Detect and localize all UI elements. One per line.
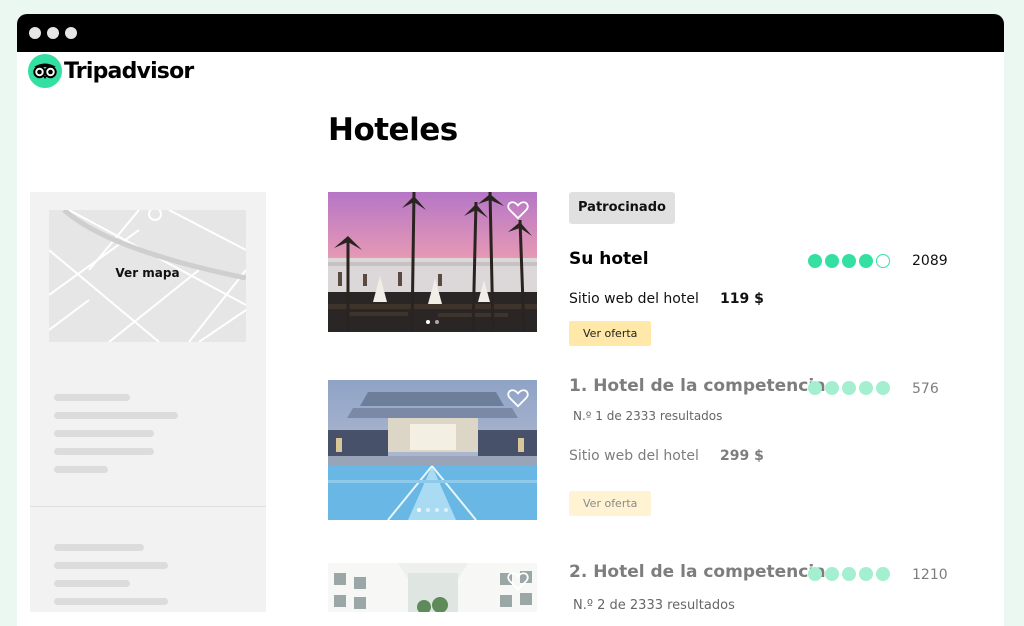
hotel-photo-image [328, 563, 537, 612]
hotel-photo[interactable] [328, 192, 537, 332]
filter-placeholder [54, 598, 168, 605]
window-dot-2[interactable] [47, 27, 59, 39]
price: 299 $ [720, 448, 764, 464]
photo-pager [328, 320, 537, 324]
hotel-rank: N.º 1 de 2333 resultados [573, 409, 723, 423]
rating-bubble-full-icon [876, 381, 890, 395]
rating-bubbles [808, 254, 890, 268]
rating-bubble-full-icon [859, 254, 873, 268]
rating-bubble-full-icon [825, 381, 839, 395]
pager-dot[interactable] [426, 320, 430, 324]
rating-bubbles [808, 567, 890, 581]
sidebar-divider [30, 506, 266, 507]
filters-sidebar: Ver mapa [30, 192, 266, 612]
pager-dot[interactable] [444, 508, 448, 512]
rating-bubble-full-icon [825, 254, 839, 268]
view-offer-button[interactable]: Ver oferta [569, 321, 652, 346]
rating-bubble-full-icon [808, 567, 822, 581]
filter-placeholder [54, 544, 144, 551]
rating-bubble-full-icon [842, 381, 856, 395]
filter-placeholder [54, 412, 178, 419]
owl-logo-icon [28, 54, 62, 88]
rating-bubbles [808, 381, 890, 395]
heart-icon[interactable] [507, 200, 529, 220]
filter-placeholder [54, 562, 168, 569]
rating-bubble-full-icon [808, 254, 822, 268]
rating-bubble-full-icon [876, 567, 890, 581]
view-offer-button[interactable]: Ver oferta [569, 491, 652, 516]
window-dot-3[interactable] [65, 27, 77, 39]
hotel-photo-image [328, 380, 537, 520]
filter-placeholder [54, 448, 154, 455]
hotel-photo[interactable] [328, 563, 537, 612]
hotel-photo[interactable] [328, 380, 537, 520]
map-preview[interactable]: Ver mapa [49, 210, 246, 342]
filter-placeholder [54, 580, 130, 587]
filter-placeholder [54, 430, 154, 437]
sponsored-badge: Patrocinado [569, 192, 675, 224]
review-count[interactable]: 576 [912, 381, 939, 397]
rating-bubble-full-icon [842, 567, 856, 581]
pager-dot[interactable] [435, 508, 439, 512]
pager-dot[interactable] [417, 508, 421, 512]
heart-icon[interactable] [507, 388, 529, 408]
review-count[interactable]: 2089 [912, 253, 948, 269]
filter-placeholder [54, 394, 130, 401]
hotel-photo-image [328, 192, 537, 332]
price: 119 $ [720, 291, 764, 307]
hotel-name[interactable]: 2. Hotel de la competencia [569, 562, 826, 582]
hotel-site-label: Sitio web del hotel [569, 291, 699, 307]
hotel-name[interactable]: Su hotel [569, 249, 649, 269]
filter-placeholder [54, 466, 108, 473]
review-count[interactable]: 1210 [912, 567, 948, 583]
rating-bubble-full-icon [842, 254, 856, 268]
pager-dot[interactable] [435, 320, 439, 324]
page-title: Hoteles [328, 112, 458, 148]
hotel-name[interactable]: 1. Hotel de la competencia [569, 376, 826, 396]
hotel-site-label: Sitio web del hotel [569, 448, 699, 464]
pager-dot[interactable] [426, 508, 430, 512]
window-dot-1[interactable] [29, 27, 41, 39]
rating-bubble-empty-icon [876, 254, 890, 268]
rating-bubble-full-icon [859, 381, 873, 395]
rating-bubble-full-icon [859, 567, 873, 581]
heart-icon[interactable] [507, 571, 529, 591]
tripadvisor-logo[interactable]: Tripadvisor [28, 54, 194, 88]
view-map-link[interactable]: Ver mapa [49, 266, 246, 280]
rating-bubble-full-icon [808, 381, 822, 395]
brand-wordmark: Tripadvisor [64, 58, 194, 84]
rating-bubble-full-icon [825, 567, 839, 581]
photo-pager [328, 508, 537, 512]
browser-titlebar [17, 14, 1004, 52]
hotel-rank: N.º 2 de 2333 resultados [573, 598, 735, 613]
